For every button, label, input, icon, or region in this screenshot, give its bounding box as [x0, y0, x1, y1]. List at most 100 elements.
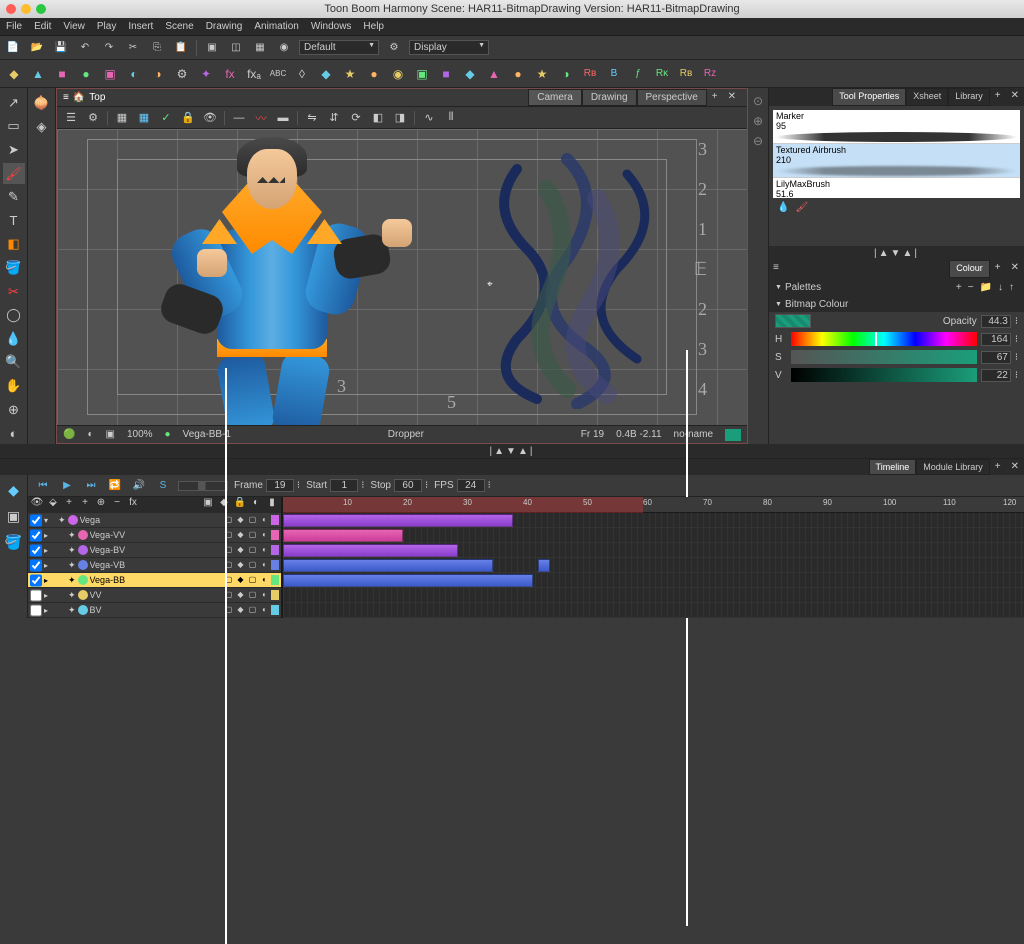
fps-input[interactable]	[457, 479, 485, 492]
track-row[interactable]	[283, 573, 1024, 588]
select-tool-icon[interactable]: ▭	[3, 116, 25, 138]
rotate-icon[interactable]: ⟳	[348, 110, 364, 126]
lock-layer-icon[interactable]: ▢	[247, 530, 258, 540]
layer-enable-checkbox[interactable]	[30, 574, 42, 587]
mirror2-icon[interactable]: ◨	[392, 110, 408, 126]
clip[interactable]	[283, 514, 513, 527]
hue-stepper-icon[interactable]: ⁝	[1015, 334, 1018, 345]
onion-skin-icon[interactable]: 🧅	[31, 92, 53, 114]
f-icon[interactable]: ƒ	[628, 64, 648, 84]
network-icon[interactable]: ◫	[227, 39, 245, 57]
close-colour-panel-icon[interactable]: ✕	[1006, 260, 1024, 278]
panel-menu-icon[interactable]: ≡	[769, 260, 783, 278]
render-mode-icon[interactable]: 🟢	[63, 429, 75, 440]
tab-tool-properties[interactable]: Tool Properties	[832, 88, 906, 106]
layer-link-icon[interactable]: ✦	[68, 530, 76, 541]
lock-all-icon[interactable]: ⬙	[46, 497, 60, 513]
layer-colour-icon[interactable]	[78, 605, 88, 615]
add-layer-icon[interactable]: +	[78, 497, 92, 513]
layer-row[interactable]: ▾ ✦ Vega ▢◆▢◐	[28, 513, 281, 528]
close-window-icon[interactable]	[6, 4, 16, 14]
home-icon[interactable]: 🏠	[73, 92, 85, 103]
flip-h-icon[interactable]: ⇋	[304, 110, 320, 126]
layer-link-icon[interactable]: ✦	[58, 515, 66, 526]
script-2-icon[interactable]: ▲	[28, 64, 48, 84]
paste-icon[interactable]: 📋	[172, 39, 190, 57]
menu-help[interactable]: Help	[363, 21, 384, 32]
opengl-icon[interactable]: ▣	[106, 429, 115, 440]
lock-layer-icon[interactable]: ▢	[247, 545, 258, 555]
stop-input[interactable]	[394, 479, 422, 492]
first-frame-icon[interactable]: ⏮	[34, 478, 52, 494]
menu-edit[interactable]: Edit	[34, 21, 51, 32]
mirror-icon[interactable]: ◧	[370, 110, 386, 126]
onion-layer-icon[interactable]: ◐	[259, 575, 270, 585]
opacity-stepper-icon[interactable]: ⁝	[1015, 316, 1018, 327]
expand-icon[interactable]: ▸	[44, 546, 54, 555]
script-15-icon[interactable]: ▣	[412, 64, 432, 84]
paint-bucket-icon[interactable]: 🪣	[3, 531, 25, 553]
layer-row[interactable]: ▸ ✦ Vega-VV ▢◆▢◐	[28, 528, 281, 543]
layer-link-icon[interactable]: ✦	[68, 590, 76, 601]
layer-enable-checkbox[interactable]	[30, 544, 42, 557]
palettes-section[interactable]: Palettes + − 📁 ↓ ↑	[769, 278, 1024, 297]
layer-link-icon[interactable]: ✦	[68, 560, 76, 571]
solo-icon[interactable]: ▣	[201, 497, 215, 513]
track-row[interactable]	[283, 588, 1024, 603]
onion-all-icon[interactable]: +	[62, 497, 76, 513]
cutter-tool-icon[interactable]: ✂	[3, 281, 25, 303]
display-dropdown[interactable]: Display	[409, 40, 489, 55]
script-14-icon[interactable]: ◉	[388, 64, 408, 84]
val-value[interactable]: 22	[981, 369, 1011, 382]
b-icon[interactable]: B	[604, 64, 624, 84]
script-11-icon[interactable]: ◆	[316, 64, 336, 84]
track-row[interactable]	[283, 528, 1024, 543]
menu-view[interactable]: View	[63, 21, 85, 32]
tag-layer-icon[interactable]: ◆	[235, 530, 246, 540]
onion-layer-icon[interactable]: ◐	[259, 515, 270, 525]
flip-v-icon[interactable]: ⇵	[326, 110, 342, 126]
zoom-window-icon[interactable]	[36, 4, 46, 14]
track-row[interactable]	[283, 603, 1024, 618]
script-6-icon[interactable]: ◐	[124, 64, 144, 84]
layer-row[interactable]: ▸ ✦ BV ▢◆▢◐	[28, 603, 281, 618]
script-10-icon[interactable]: fx	[220, 64, 240, 84]
menu-windows[interactable]: Windows	[311, 21, 352, 32]
lock-layer-icon[interactable]: ▢	[247, 560, 258, 570]
add-view-icon[interactable]: +	[707, 89, 723, 106]
close-tl-panel-icon[interactable]: ✕	[1006, 459, 1024, 475]
render-icon[interactable]: ▣	[203, 39, 221, 57]
add-fx-icon[interactable]: fx	[126, 497, 140, 513]
layer-row[interactable]: ▸ ✦ VV ▢◆▢◐	[28, 588, 281, 603]
expand-icon[interactable]: ▸	[44, 531, 54, 540]
layer-enable-checkbox[interactable]	[30, 604, 42, 617]
bitmap-colour-section[interactable]: Bitmap Colour	[769, 297, 1024, 312]
new-brush-icon[interactable]: 💧	[777, 202, 789, 213]
enable-all-icon[interactable]: 👁	[30, 497, 44, 513]
add-peg-icon[interactable]: ▣	[3, 505, 25, 527]
layer-enable-checkbox[interactable]	[30, 514, 42, 527]
script-19-icon[interactable]: ●	[508, 64, 528, 84]
dropper-tool-icon[interactable]: 💧	[3, 328, 25, 350]
tab-perspective[interactable]: Perspective	[637, 89, 707, 106]
layer-colour-icon[interactable]	[78, 530, 88, 540]
script-1-icon[interactable]: ◆	[4, 64, 24, 84]
hue-slider[interactable]	[791, 332, 977, 346]
menu-animation[interactable]: Animation	[254, 21, 298, 32]
start-stepper-icon[interactable]: ⁝	[361, 480, 364, 491]
track-row[interactable]	[283, 543, 1024, 558]
menu-scene[interactable]: Scene	[165, 21, 193, 32]
clip[interactable]	[538, 559, 550, 572]
layer-colour-icon[interactable]	[78, 575, 88, 585]
expand-icon[interactable]: ▸	[44, 561, 54, 570]
apply-icon[interactable]: ✓	[158, 110, 174, 126]
expand-icon[interactable]: ▸	[44, 576, 54, 585]
layer-link-icon[interactable]: ✦	[68, 605, 76, 616]
new-scene-icon[interactable]: 📄	[4, 39, 22, 57]
tracks[interactable]: 102030405060708090100110120130	[283, 497, 1024, 618]
sat-slider[interactable]	[791, 350, 977, 364]
script-5-icon[interactable]: ▣	[100, 64, 120, 84]
menu-icon[interactable]: ≡	[63, 92, 69, 103]
brush-preset-list[interactable]: Marker 95 Textured Airbrush 210 LilyMaxB…	[773, 110, 1020, 198]
add-peg2-icon[interactable]: ⊕	[94, 497, 108, 513]
